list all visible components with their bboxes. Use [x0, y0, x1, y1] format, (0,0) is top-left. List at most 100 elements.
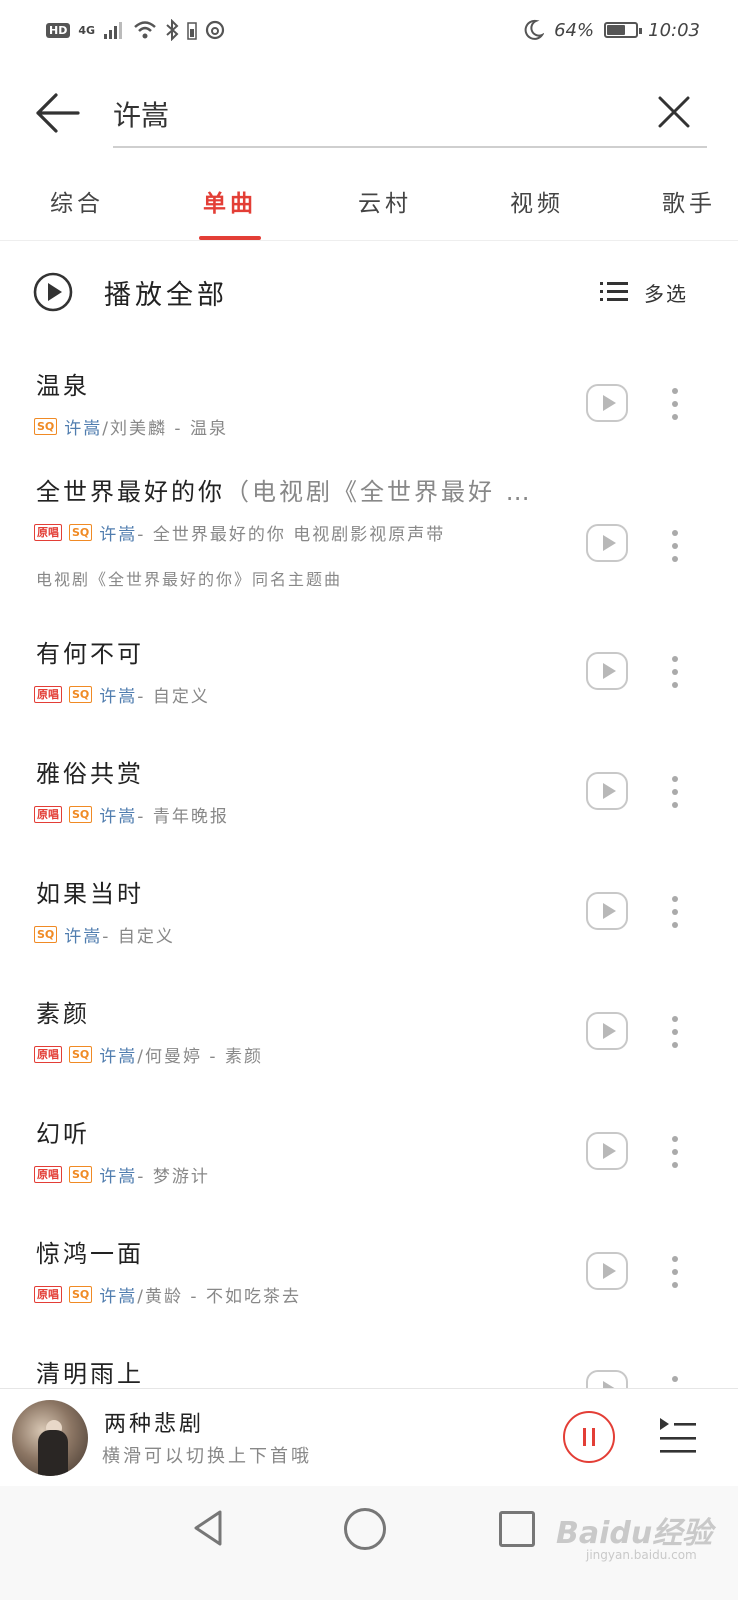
play-all-label: 播放全部 [104, 279, 228, 311]
search-input[interactable] [113, 86, 593, 142]
more-dot [672, 401, 678, 407]
pause-button[interactable] [563, 1411, 615, 1463]
song-album-info: /何曼婷 - 素颜 [137, 1046, 263, 1067]
tab-village[interactable]: 云村 [352, 176, 418, 234]
song-title: 惊鸿一面 [36, 1234, 144, 1269]
song-subtitle: 原唱 SQ 许嵩/何曼婷 - 素颜 [34, 1042, 263, 1067]
battery-icon [604, 22, 643, 38]
song-row[interactable]: 如果当时 SQ 许嵩 - 自定义 [0, 856, 738, 976]
signal-icon [104, 22, 123, 39]
tab-songs[interactable]: 单曲 [197, 176, 263, 234]
song-subtitle: SQ 许嵩 - 自定义 [34, 922, 175, 947]
song-row[interactable]: 幻听原唱 SQ 许嵩 - 梦游计 [0, 1096, 738, 1216]
status-bar: HD 4G 64% 10:03 [0, 0, 738, 62]
song-title: 清明雨上 [36, 1354, 144, 1389]
more-dot [672, 1016, 678, 1022]
artist-link[interactable]: 许嵩 [99, 1282, 137, 1307]
nav-recent-icon[interactable] [499, 1511, 535, 1547]
nav-home-icon[interactable] [344, 1508, 386, 1550]
song-name: 素颜 [36, 1000, 90, 1028]
artist-link[interactable]: 许嵩 [64, 922, 102, 947]
more-dot [672, 1162, 678, 1168]
mv-play-icon[interactable] [586, 652, 628, 690]
mv-play-icon[interactable] [586, 892, 628, 930]
back-button[interactable] [34, 90, 82, 136]
mv-play-icon[interactable] [586, 1012, 628, 1050]
play-all-button[interactable]: 播放全部 [32, 264, 228, 320]
multi-select-button[interactable]: 多选 [600, 270, 688, 314]
artist-link[interactable]: 许嵩 [99, 1162, 137, 1187]
tab-videos[interactable]: 视频 [504, 176, 570, 234]
more-vertical-icon[interactable] [666, 384, 684, 424]
song-description: 电视剧《全世界最好的你》同名主题曲 [36, 570, 343, 589]
back-arrow-icon [36, 93, 80, 133]
more-vertical-icon[interactable] [666, 652, 684, 692]
watermark-url: jingyan.baidu.com [586, 1548, 697, 1562]
song-album-info: - 梦游计 [137, 1166, 210, 1187]
mv-play-icon[interactable] [586, 1252, 628, 1290]
mv-play-icon[interactable] [586, 772, 628, 810]
status-right: 64% 10:03 [522, 16, 700, 44]
sq-tag: SQ [34, 925, 58, 943]
song-name: 全世界最好的你 [36, 478, 225, 506]
baidu-watermark: Baidu经验 jingyan.baidu.com [556, 1496, 726, 1566]
artist-link[interactable]: 许嵩 [99, 1042, 137, 1067]
more-vertical-icon[interactable] [666, 892, 684, 932]
mv-play-icon[interactable] [586, 524, 628, 562]
original-tag: 原唱 [34, 1045, 62, 1063]
search-underline [113, 146, 707, 148]
album-art[interactable] [12, 1400, 88, 1476]
song-row[interactable]: 雅俗共赏 原唱 SQ 许嵩 - 青年晚报 [0, 736, 738, 856]
network-label: 4G [78, 23, 96, 37]
watermark-brand: Baidu经验 [556, 1516, 713, 1551]
mv-play-icon[interactable] [586, 1132, 628, 1170]
song-album-info: - 自定义 [137, 686, 210, 707]
song-list: 温泉 SQ 许嵩/刘美麟 - 温泉 全世界最好的你（电视剧《全世界最好 … 原唱 SQ 许嵩… [0, 348, 738, 1416]
song-row[interactable]: 全世界最好的你（电视剧《全世界最好 … 原唱 SQ 许嵩 - 全世界最好的你 电视剧影… [0, 454, 738, 616]
original-tag: 原唱 [34, 1165, 62, 1183]
song-name: 温泉 [36, 372, 90, 400]
song-title: 幻听 [36, 1114, 90, 1149]
song-row[interactable]: 温泉 SQ 许嵩/刘美麟 - 温泉 [0, 348, 738, 454]
song-name: 幻听 [36, 1120, 90, 1148]
artist-link[interactable]: 许嵩 [99, 682, 137, 707]
more-vertical-icon[interactable] [666, 1132, 684, 1172]
more-dot [672, 922, 678, 928]
more-dot [672, 1256, 678, 1262]
song-title: 温泉 [36, 366, 90, 401]
song-title: 素颜 [36, 994, 90, 1029]
sq-tag: SQ [69, 1165, 93, 1183]
artist-link[interactable]: 许嵩 [99, 802, 137, 827]
nav-back-button[interactable] [190, 1508, 230, 1548]
more-vertical-icon[interactable] [666, 1252, 684, 1292]
netease-icon [205, 20, 225, 40]
original-tag: 原唱 [34, 523, 62, 541]
tab-all[interactable]: 综合 [44, 176, 110, 234]
song-row[interactable]: 素颜原唱 SQ 许嵩/何曼婷 - 素颜 [0, 976, 738, 1096]
playlist-button[interactable] [656, 1414, 698, 1460]
multi-select-label: 多选 [644, 281, 688, 306]
more-vertical-icon[interactable] [666, 526, 684, 566]
more-dot [672, 1042, 678, 1048]
more-dot [672, 556, 678, 562]
song-row[interactable]: 惊鸿一面原唱 SQ 许嵩/黄龄 - 不如吃茶去 [0, 1216, 738, 1336]
song-row[interactable]: 有何不可 原唱 SQ 许嵩 - 自定义 [0, 616, 738, 736]
artist-link[interactable]: 许嵩 [99, 520, 137, 545]
mv-play-icon[interactable] [586, 384, 628, 422]
artist-link[interactable]: 许嵩 [64, 414, 102, 439]
more-vertical-icon[interactable] [666, 1012, 684, 1052]
nav-back-icon [194, 1510, 222, 1546]
more-vertical-icon[interactable] [666, 772, 684, 812]
list-icon [600, 282, 628, 301]
close-icon [658, 96, 690, 128]
song-name: 清明雨上 [36, 1360, 144, 1388]
more-dot [672, 1269, 678, 1275]
more-dot [672, 1029, 678, 1035]
song-subtitle: 原唱 SQ 许嵩/黄龄 - 不如吃茶去 [34, 1282, 301, 1307]
more-dot [672, 1376, 678, 1382]
clear-search-button[interactable] [652, 90, 696, 134]
more-dot [672, 1282, 678, 1288]
tab-artists[interactable]: 歌手 [656, 176, 722, 234]
wifi-icon [134, 21, 156, 39]
sq-tag: SQ [69, 685, 93, 703]
